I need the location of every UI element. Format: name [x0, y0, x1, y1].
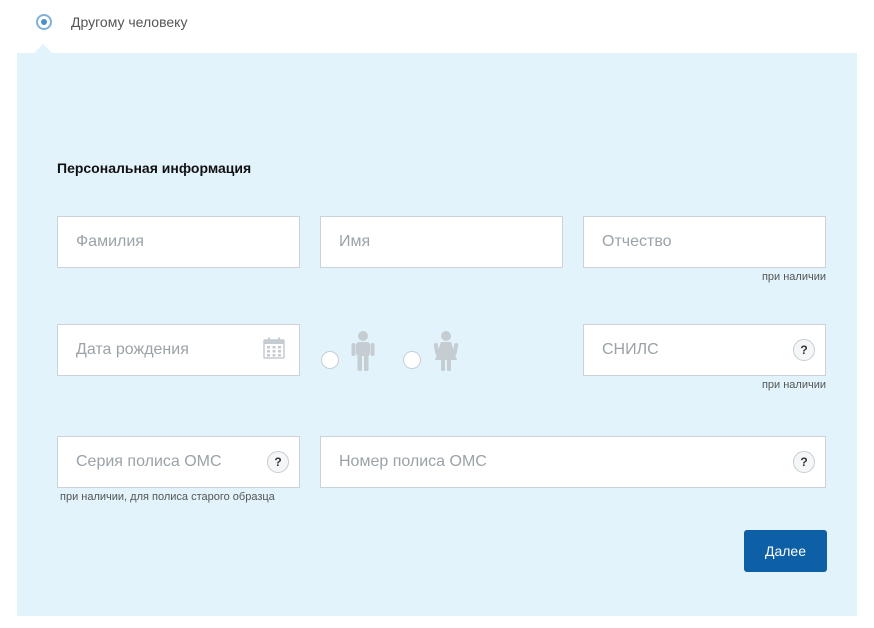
oms-number-field[interactable]: Номер полиса ОМС ? [320, 436, 826, 488]
gender-male-radio[interactable] [321, 351, 339, 369]
snils-hint: при наличии [761, 379, 826, 391]
snils-placeholder: СНИЛС [602, 341, 659, 358]
help-icon[interactable]: ? [793, 339, 815, 361]
last-name-placeholder: Фамилия [76, 233, 144, 250]
patronymic-hint: при наличии [761, 271, 826, 283]
oms-series-hint: при наличии, для полиса старого образца [60, 491, 275, 503]
section-title: Персональная информация [57, 160, 252, 176]
recipient-other-label: Другому человеку [71, 14, 188, 30]
gender-female-radio[interactable] [403, 351, 421, 369]
female-icon [432, 330, 460, 377]
birth-date-placeholder: Дата рождения [76, 341, 189, 358]
oms-number-placeholder: Номер полиса ОМС [339, 453, 487, 470]
last-name-field[interactable]: Фамилия [57, 216, 300, 268]
oms-series-placeholder: Серия полиса ОМС [76, 453, 222, 470]
patronymic-field[interactable]: Отчество [583, 216, 826, 268]
first-name-field[interactable]: Имя [320, 216, 563, 268]
oms-series-field[interactable]: Серия полиса ОМС ? [57, 436, 300, 488]
panel-pointer [34, 44, 52, 53]
snils-field[interactable]: СНИЛС ? [583, 324, 826, 376]
next-button[interactable]: Далее [744, 530, 827, 572]
help-icon[interactable]: ? [267, 451, 289, 473]
first-name-placeholder: Имя [339, 233, 371, 250]
recipient-other-radio[interactable]: Другому человеку [36, 11, 187, 33]
patronymic-placeholder: Отчество [602, 233, 672, 250]
male-icon [350, 330, 376, 377]
radio-selected-icon [36, 14, 52, 30]
help-icon[interactable]: ? [793, 451, 815, 473]
calendar-icon[interactable] [263, 337, 285, 364]
birth-date-field[interactable]: Дата рождения [57, 324, 300, 376]
